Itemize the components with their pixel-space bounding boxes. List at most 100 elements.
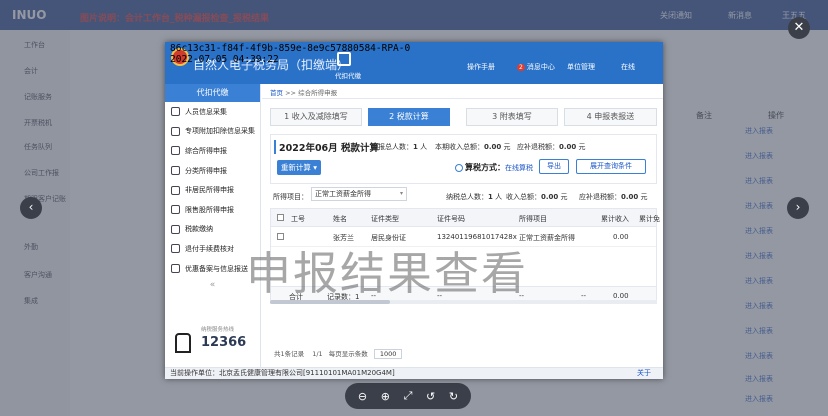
- income-item-select[interactable]: 正常工资薪金所得 ▾: [311, 187, 407, 201]
- step-income[interactable]: 1 收入及减除填写: [270, 108, 362, 126]
- tax-client-window: 自然人电子税务局（扣缴端） 代扣代缴 操作手册 2 消息中心 单位管理 在线 86…: [165, 42, 663, 379]
- expand-query-button[interactable]: 展开查询条件: [576, 159, 646, 174]
- online-status[interactable]: 在线: [621, 62, 635, 72]
- background-notice[interactable]: 关闭通知: [660, 10, 692, 21]
- chart-icon: [171, 205, 180, 215]
- document-icon: [171, 126, 180, 136]
- background-link[interactable]: 进入报表: [745, 151, 773, 161]
- background-sidebar-item[interactable]: 工作台: [24, 40, 45, 50]
- step-submit[interactable]: 4 申报表报送: [564, 108, 657, 126]
- background-sidebar-item[interactable]: 集成: [24, 296, 38, 306]
- step-tax-calc[interactable]: 2 税款计算: [368, 108, 450, 126]
- background-link[interactable]: 进入报表: [745, 394, 773, 404]
- background-link[interactable]: 进入报表: [745, 351, 773, 361]
- agent-icon[interactable]: [337, 52, 351, 66]
- menu-item-comprehensive[interactable]: 综合所得申报: [165, 141, 260, 161]
- viewer-prev-button[interactable]: ‹: [20, 197, 42, 219]
- hotline: 纳税服务热线 12366: [171, 323, 255, 359]
- left-menu: 代扣代缴 人员信息采集 专项附加扣除信息采集 综合所得申报 分类所得申报 非居民…: [165, 84, 261, 367]
- app-header: 自然人电子税务局（扣缴端） 代扣代缴 操作手册 2 消息中心 单位管理 在线 86…: [165, 42, 663, 84]
- background-link[interactable]: 进入报表: [745, 301, 773, 311]
- col-id-number: 证件号码: [437, 215, 465, 223]
- col-staff-id: 工号: [291, 215, 305, 223]
- phone-icon: [175, 333, 191, 353]
- page-size-input[interactable]: 1000: [373, 349, 403, 359]
- col-id-type: 证件类型: [371, 215, 399, 223]
- overlay-id-text: 86c13c31-f84f-4f9b-859e-8e9c57880584-RPA…: [170, 43, 411, 54]
- income-total: 本期收入总额：0.00 元: [435, 143, 511, 151]
- background-logo: INUO: [12, 8, 47, 22]
- background-messages[interactable]: 新消息: [728, 10, 752, 21]
- unit-management-link[interactable]: 单位管理: [567, 62, 595, 72]
- wallet-icon: [171, 224, 180, 234]
- overlay-timestamp-text: 2022-07-05 04:39:22: [170, 54, 279, 65]
- agent-label[interactable]: 代扣代缴: [335, 70, 361, 80]
- viewer-toolbar: ⊖ ⊕ ⤢ ↺ ↻: [345, 383, 471, 409]
- background-link[interactable]: 进入报表: [745, 201, 773, 211]
- background-link[interactable]: 进入报表: [745, 276, 773, 286]
- background-sidebar-item[interactable]: 客户沟通: [24, 270, 52, 280]
- zoom-in-icon[interactable]: ⊕: [381, 390, 390, 403]
- online-calc-link[interactable]: 在线算税: [505, 164, 533, 172]
- table-header: 工号 姓名 证件类型 证件号码 所得项目 累计收入 累计免: [271, 209, 660, 227]
- col-cum-income: 累计收入: [601, 215, 629, 223]
- chevron-down-icon: ▾: [399, 190, 403, 197]
- viewer-next-button[interactable]: ›: [787, 197, 809, 219]
- list-icon: [171, 146, 180, 156]
- background-sidebar-item[interactable]: 任务队列: [24, 142, 52, 152]
- rotate-right-icon[interactable]: ↻: [449, 390, 458, 403]
- page-size-label: 每页显示条数: [328, 350, 368, 358]
- menu-item-restricted-shares[interactable]: 限售股所得申报: [165, 200, 260, 220]
- calc-method: 算税方式：在线算税: [455, 162, 533, 173]
- background-sidebar-item[interactable]: 公司工作报: [24, 168, 59, 178]
- background-sidebar-item[interactable]: 会计: [24, 66, 38, 76]
- message-center-link[interactable]: 2 消息中心: [517, 62, 555, 72]
- refund-icon: [171, 244, 180, 254]
- background-link[interactable]: 进入报表: [745, 226, 773, 236]
- zoom-out-icon[interactable]: ⊖: [358, 390, 367, 403]
- breadcrumb: 首页 >> 综合所得申报: [270, 87, 337, 97]
- divider: [262, 98, 663, 99]
- menu-item-classified[interactable]: 分类所得申报: [165, 161, 260, 181]
- rotate-left-icon[interactable]: ↺: [426, 390, 435, 403]
- background-topbar: INUO 图片说明：会计工作台_税种漏报检查_报税结果 关闭通知 新消息 王五五: [0, 0, 828, 30]
- background-sidebar-item[interactable]: 记账服务: [24, 92, 52, 102]
- hotline-number: 12366: [201, 335, 247, 350]
- background-sidebar-item[interactable]: 外勤: [24, 242, 38, 252]
- category-icon: [171, 166, 180, 176]
- background-link[interactable]: 进入报表: [745, 326, 773, 336]
- person-icon: [171, 107, 180, 117]
- summary-title: 2022年06月 税款计算: [274, 140, 379, 154]
- background-link[interactable]: 进入报表: [745, 251, 773, 261]
- globe-icon: [171, 185, 180, 195]
- cell-cum-income: 0.00: [613, 233, 629, 241]
- background-sidebar-item[interactable]: 开票税机: [24, 118, 52, 128]
- filter-refund-total: 应补退税额：0.00 元: [579, 193, 648, 201]
- col-name: 姓名: [333, 215, 347, 223]
- menu-item-special-deduction[interactable]: 专项附加扣除信息采集: [165, 122, 260, 142]
- background-link[interactable]: 进入报表: [745, 374, 773, 384]
- step-attachments[interactable]: 3 附表填写: [466, 108, 558, 126]
- menu-item-nonresident[interactable]: 非居民所得申报: [165, 180, 260, 200]
- fit-screen-icon[interactable]: ⤢: [404, 389, 413, 403]
- select-all-checkbox[interactable]: [277, 214, 284, 221]
- status-bar: 当前操作单位：北京孟氏健康管理有限公司[91110101MA01M20G4M] …: [165, 367, 663, 379]
- manual-link[interactable]: 操作手册: [467, 62, 495, 72]
- background-link[interactable]: 进入报表: [745, 126, 773, 136]
- background-sidebar: 工作台 会计 记账服务 开票税机 任务队列 公司工作报 期限客户记账 外勤 客户…: [0, 30, 70, 416]
- viewer-close-button[interactable]: ✕: [788, 17, 810, 39]
- page-indicator: 1/1: [312, 350, 323, 358]
- breadcrumb-home[interactable]: 首页: [270, 89, 283, 97]
- filing-icon: [171, 264, 180, 274]
- export-button[interactable]: 导出: [539, 159, 569, 174]
- pagination: 共1条记录 1/1 每页显示条数 1000: [274, 348, 403, 359]
- recalculate-button[interactable]: 重新计算 ▾: [277, 160, 321, 175]
- left-menu-title: 代扣代缴: [165, 84, 260, 102]
- refund-total: 应补退税额：0.00 元: [517, 143, 586, 151]
- menu-item-personnel[interactable]: 人员信息采集: [165, 102, 260, 122]
- income-item-label: 所得项目：: [273, 193, 308, 201]
- about-link[interactable]: 关于: [637, 368, 651, 379]
- background-link[interactable]: 进入报表: [745, 176, 773, 186]
- operating-unit: 当前操作单位：北京孟氏健康管理有限公司[91110101MA01M20G4M]: [170, 369, 395, 377]
- footer-dash: --: [581, 292, 587, 300]
